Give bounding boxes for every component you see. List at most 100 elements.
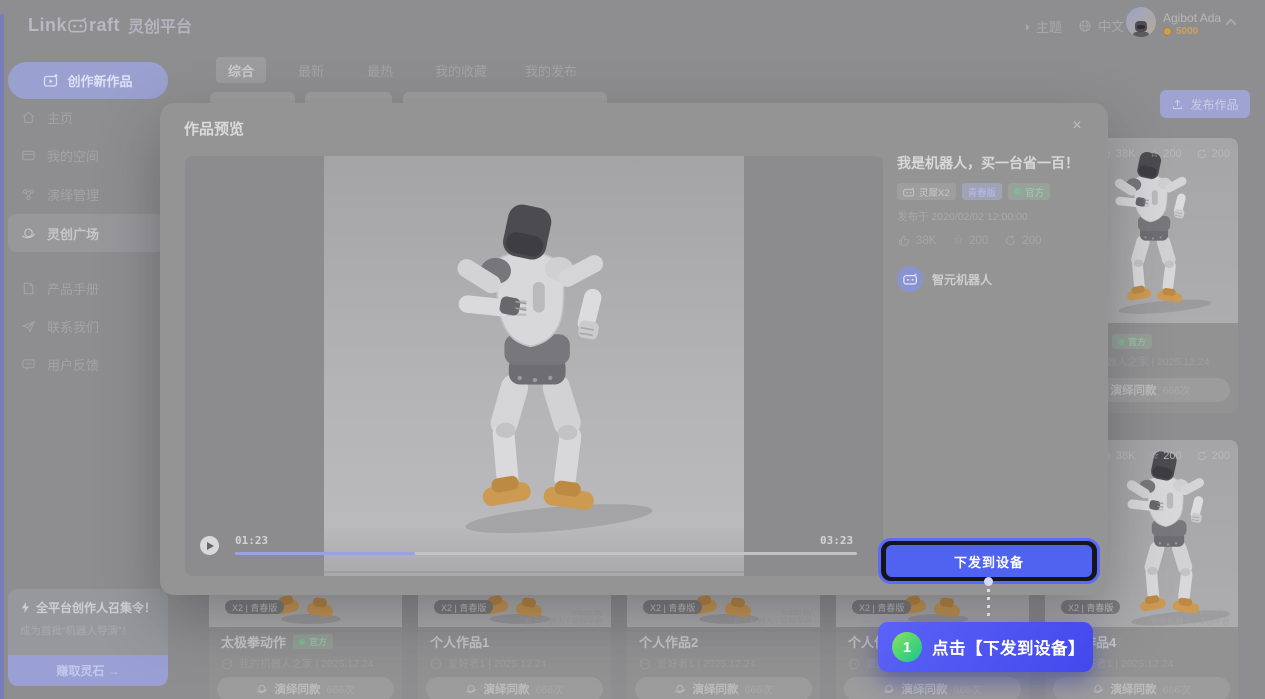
edition-tag: 青春版	[962, 183, 1003, 200]
filter-dropdown-2[interactable]	[305, 92, 392, 103]
card-title: 太极拳动作	[221, 632, 286, 651]
language-switcher[interactable]: 中文	[1078, 16, 1124, 35]
connector-dotted-line	[987, 589, 990, 621]
earn-gems-button[interactable]: 赚取灵石 →	[8, 655, 168, 686]
tab-my-favorites[interactable]: 我的收藏	[433, 57, 489, 83]
perform-same-button[interactable]: 演绎同款666次	[844, 677, 1021, 699]
folder-icon	[21, 148, 36, 163]
watermark: made by智元机器人 | 灵创平台	[733, 608, 812, 626]
send-to-device-button[interactable]: 下发到设备	[886, 545, 1092, 577]
globe-icon	[1078, 19, 1092, 33]
tab-hottest[interactable]: 最热	[364, 57, 396, 83]
sidebar-item-contact-us[interactable]: 联系我们	[8, 307, 164, 345]
perform-same-button[interactable]: 演绎同款666次	[217, 677, 394, 699]
modal-title: 作品预览	[184, 118, 244, 139]
card-title: 个人作品1	[430, 632, 489, 651]
share-icon	[1196, 148, 1208, 160]
robot-face-icon	[903, 273, 918, 285]
play-button[interactable]	[200, 536, 219, 555]
star-icon: ☆	[1149, 449, 1159, 462]
robot-video-art	[415, 192, 655, 542]
publish-date: 发布于 2020/02/02 12:00:00	[897, 209, 1089, 224]
seek-bar[interactable]	[235, 552, 857, 555]
search-input[interactable]	[403, 92, 607, 103]
tutorial-instruction: 点击【下发到设备】	[932, 635, 1085, 659]
floor-line	[324, 571, 744, 573]
work-preview-modal: 作品预览 × 01:23 03:23 我是机器人，买一台省一百！ 灵犀X2 青春…	[160, 103, 1108, 595]
watermark: made by智元机器人 | 灵创平台	[1151, 608, 1230, 626]
comet-icon	[883, 683, 895, 695]
perform-same-button[interactable]: 演绎同款666次	[426, 677, 603, 699]
robot-thumbnail-art	[1093, 146, 1213, 318]
tab-comprehensive[interactable]: 综合	[216, 57, 266, 83]
create-video-icon	[43, 73, 59, 89]
perform-same-button[interactable]: 演绎同款666次	[1053, 677, 1230, 699]
total-time: 03:23	[820, 534, 853, 547]
official-dot-icon	[1118, 339, 1124, 345]
work-info-panel: 我是机器人，买一台省一百！ 灵犀X2 青春版 官方 发布于 2020/02/02…	[897, 153, 1089, 292]
official-tag: 官方	[1008, 183, 1050, 200]
window-accent-strip	[0, 14, 4, 699]
sidebar-item-home[interactable]: 主页	[8, 98, 164, 136]
author-avatar	[897, 266, 923, 292]
robot-face-icon	[903, 187, 915, 197]
tab-newest[interactable]: 最新	[295, 57, 327, 83]
promo-title: 全平台创作人召集令！	[20, 599, 168, 616]
theme-icon: ◑	[1022, 19, 1030, 34]
official-badge: 官方	[1112, 334, 1152, 349]
sidebar-item-performance-management[interactable]: 演绎管理	[8, 175, 164, 213]
upload-icon	[1171, 98, 1184, 111]
comet-icon	[465, 683, 477, 695]
thumb-up-icon	[897, 234, 911, 248]
official-dot-icon	[1014, 188, 1021, 195]
user-avatar[interactable]	[1126, 7, 1156, 37]
chevron-up-icon[interactable]	[1225, 18, 1236, 29]
step-number-badge: 1	[892, 632, 922, 662]
model-badge: X2 | 青春版	[1061, 600, 1120, 614]
robot-face-icon	[68, 17, 88, 33]
chat-icon	[21, 357, 36, 372]
share-icon	[1196, 450, 1208, 462]
tab-my-published[interactable]: 我的发布	[523, 57, 579, 83]
author-icon	[221, 658, 233, 670]
user-coins: 5000	[1163, 26, 1198, 37]
device-tag: 灵犀X2	[897, 183, 956, 200]
author-row[interactable]: 智元机器人	[897, 266, 1089, 292]
card-byline: 爱好者1 | 2025.12.24	[430, 656, 546, 671]
creator-promo-card: 全平台创作人召集令！ 成为首批“机器人导演”！ 赚取灵石 →	[8, 589, 168, 686]
brand-product-name: 灵创平台	[128, 13, 192, 37]
perform-same-button[interactable]: 演绎同款666次	[635, 677, 812, 699]
card-stats: 38K ☆200 200	[1099, 449, 1230, 462]
publish-work-button[interactable]: 发布作品	[1160, 90, 1250, 118]
theme-toggle[interactable]: ◑ 主题	[1022, 17, 1062, 36]
create-new-work-button[interactable]: 创作新作品	[8, 62, 168, 99]
model-badge: X2 | 青春版	[852, 600, 911, 614]
likes-stat[interactable]: 38K	[897, 234, 936, 248]
favorite-stat[interactable]: ☆200	[952, 233, 988, 248]
share-icon	[1004, 234, 1017, 247]
paper-plane-icon	[21, 319, 36, 334]
share-stat[interactable]: 200	[1004, 234, 1041, 247]
comet-icon	[1092, 683, 1104, 695]
author-icon	[430, 658, 442, 670]
video-stage: 01:23 03:23	[185, 156, 883, 576]
seek-fill	[235, 552, 415, 555]
watermark: made by智元机器人 | 灵创平台	[524, 608, 603, 626]
comet-icon	[256, 683, 268, 695]
current-time: 01:23	[235, 534, 268, 547]
card-stats: 38K ☆200 200	[1099, 147, 1230, 160]
comet-icon	[674, 683, 686, 695]
sidebar-item-product-manual[interactable]: 产品手册	[8, 269, 164, 307]
sidebar-item-user-feedback[interactable]: 用户反馈	[8, 345, 164, 383]
work-stats: 38K ☆200 200	[897, 233, 1089, 248]
star-icon: ☆	[952, 233, 964, 248]
sidebar-item-my-space[interactable]: 我的空间	[8, 136, 164, 174]
card-byline: 爱好者1 | 2025.12.24	[639, 656, 755, 671]
filter-dropdown-1[interactable]	[210, 92, 295, 103]
official-badge: 官方	[293, 634, 333, 649]
tutorial-tooltip: 1 点击【下发到设备】	[878, 622, 1093, 672]
sidebar-item-lingchuang-plaza[interactable]: 灵创广场	[8, 214, 164, 252]
promo-subtitle: 成为首批“机器人导演”！	[20, 623, 168, 638]
document-icon	[21, 281, 36, 296]
close-icon[interactable]: ×	[1066, 115, 1088, 137]
